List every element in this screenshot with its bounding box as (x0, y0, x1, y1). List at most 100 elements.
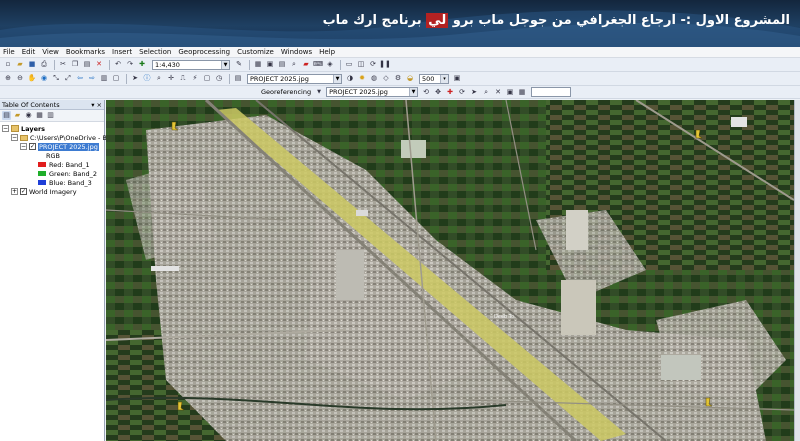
editor-toolbar-icon[interactable]: ✎ (234, 60, 244, 70)
zoom-to-link-icon[interactable]: ⌕ (481, 87, 491, 97)
identify-icon[interactable]: ⓘ (142, 74, 152, 84)
menu-edit[interactable]: Edit (22, 48, 36, 56)
back-extent-icon[interactable]: ⇦ (75, 74, 85, 84)
rotate-icon[interactable]: ⟲ (421, 87, 431, 97)
toc-pin-close-icon[interactable]: ▾ × (91, 101, 102, 109)
folder-group[interactable]: − C:\Users\P\OneDrive - Bi (2, 133, 109, 142)
title-banner: المشروع الاول :- ارجاع الجغرافي من جوجل … (0, 0, 800, 47)
georef-layer-combo[interactable]: PROJECT 2025.jpg ▼ (326, 87, 419, 97)
basemap-visibility-checkbox[interactable]: ✓ (20, 188, 27, 195)
menu-windows[interactable]: Windows (281, 48, 312, 56)
catalog-window-icon[interactable]: ▣ (265, 60, 275, 70)
list-by-selection-icon[interactable]: ▦ (35, 111, 44, 120)
expand-icon[interactable]: + (11, 188, 18, 195)
toc-window-icon[interactable]: ▤ (277, 60, 287, 70)
layer-visibility-checkbox[interactable]: ✓ (29, 143, 36, 150)
list-by-drawing-order-icon[interactable]: ▤ (2, 111, 11, 120)
pan-icon[interactable]: ✋ (27, 74, 37, 84)
pause-drawing-icon[interactable]: ❚❚ (379, 60, 391, 70)
layout-view-icon[interactable]: ▭ (344, 60, 354, 70)
menu-file[interactable]: File (3, 48, 15, 56)
georef-input-field[interactable] (531, 87, 572, 97)
select-features-icon[interactable]: ▥ (99, 74, 109, 84)
collapse-icon[interactable]: − (11, 134, 18, 141)
menu-bookmarks[interactable]: Bookmarks (66, 48, 105, 56)
list-by-source-icon[interactable]: ▰ (13, 111, 22, 120)
georeferencing-menu[interactable]: Georeferencing (261, 88, 311, 96)
open-icon[interactable]: ▰ (15, 60, 25, 70)
table-icon[interactable]: ▦ (253, 60, 263, 70)
select-elements-icon[interactable]: ➤ (130, 74, 140, 84)
image-layer-icon[interactable]: ▤ (233, 74, 243, 84)
arcmap-window: File Edit View Bookmarks Insert Selectio… (0, 47, 800, 441)
viewer-icon[interactable]: ▣ (505, 87, 515, 97)
html-popup-icon[interactable]: ▢ (202, 74, 212, 84)
clear-selection-icon[interactable]: ▢ (111, 74, 121, 84)
map-view[interactable]: Deeb To (106, 100, 794, 441)
flicker-icon[interactable]: ⚙ (393, 74, 403, 84)
arctoolbox-icon[interactable]: ▰ (301, 60, 311, 70)
menu-help[interactable]: Help (319, 48, 335, 56)
chevron-down-icon: ▼ (409, 88, 418, 96)
menu-customize[interactable]: Customize (237, 48, 274, 56)
add-control-points-icon[interactable]: ✚ (445, 87, 455, 97)
basemap-layer-item[interactable]: + ✓ World Imagery (2, 187, 102, 196)
collapse-icon[interactable]: − (20, 143, 27, 150)
time-slider-icon[interactable]: ◷ (214, 74, 224, 84)
refresh-icon[interactable]: ⟳ (368, 60, 378, 70)
find-icon[interactable]: ⌕ (154, 74, 164, 84)
cut-icon[interactable]: ✂ (58, 60, 68, 70)
menu-insert[interactable]: Insert (112, 48, 132, 56)
zoom-out-icon[interactable]: ⊖ (15, 74, 25, 84)
options-icon[interactable]: ▥ (46, 111, 55, 120)
layers-group[interactable]: − Layers (2, 124, 102, 133)
transparency-icon[interactable]: ◍ (369, 74, 379, 84)
list-by-visibility-icon[interactable]: ◉ (24, 111, 33, 120)
python-window-icon[interactable]: ⌨ (313, 60, 323, 70)
auto-registration-icon[interactable]: ⟳ (457, 87, 467, 97)
contrast-icon[interactable]: ◑ (345, 74, 355, 84)
brightness-icon[interactable]: ✹ (357, 74, 367, 84)
raster-layer-name[interactable]: PROJECT 2025.jpg (38, 142, 99, 151)
collapse-icon[interactable]: − (2, 125, 9, 132)
delete-link-icon[interactable]: ✕ (493, 87, 503, 97)
redo-icon[interactable]: ↷ (125, 60, 135, 70)
menu-geoprocessing[interactable]: Geoprocessing (178, 48, 230, 56)
data-view-icon[interactable]: ◫ (356, 60, 366, 70)
scale-combo[interactable]: 1:4,430 ▼ (152, 59, 230, 70)
map-vertical-scrollbar[interactable] (794, 100, 800, 441)
toc-title: Table Of Contents (2, 100, 60, 109)
hyperlink-icon[interactable]: ⚡ (190, 74, 200, 84)
raster-layer-item[interactable]: − ✓ PROJECT 2025.jpg (2, 142, 102, 151)
undo-icon[interactable]: ↶ (113, 60, 123, 70)
menu-view[interactable]: View (42, 48, 59, 56)
model-builder-icon[interactable]: ◈ (325, 60, 335, 70)
add-data-icon[interactable]: ✚ (137, 60, 147, 70)
effects-layer-combo[interactable]: PROJECT 2025.jpg ▼ (247, 73, 342, 84)
contrast-value-field[interactable]: 500 ▾ (419, 73, 449, 84)
save-icon[interactable]: ■ (27, 60, 37, 70)
zoom-in-icon[interactable]: ⊕ (3, 74, 13, 84)
forward-extent-icon[interactable]: ⇨ (87, 74, 97, 84)
select-link-icon[interactable]: ➤ (469, 87, 479, 97)
full-extent-icon[interactable]: ◉ (39, 74, 49, 84)
layer-stack-icon[interactable]: ◒ (405, 74, 415, 84)
shift-icon[interactable]: ✥ (433, 87, 443, 97)
fixed-zoom-in-icon[interactable]: ⤡ (51, 74, 61, 84)
print-icon[interactable]: ⎙ (39, 60, 49, 70)
menu-selection[interactable]: Selection (139, 48, 171, 56)
display-toggle-icon[interactable]: ▣ (452, 74, 462, 84)
fixed-zoom-out-icon[interactable]: ⤢ (63, 74, 73, 84)
go-to-xy-icon[interactable]: ✛ (166, 74, 176, 84)
chevron-down-icon[interactable]: ▼ (314, 87, 324, 97)
copy-icon[interactable]: ❐ (70, 60, 80, 70)
link-table-icon[interactable]: ▦ (517, 87, 527, 97)
layers-icon (11, 125, 19, 132)
search-window-icon[interactable]: ⌕ (289, 60, 299, 70)
delete-icon[interactable]: ✕ (94, 60, 104, 70)
paste-icon[interactable]: ▤ (82, 60, 92, 70)
measure-icon[interactable]: ⎍ (178, 74, 188, 84)
swipe-icon[interactable]: ◇ (381, 74, 391, 84)
new-map-icon[interactable]: ▫ (3, 60, 13, 70)
toc-header: Table Of Contents ▾ × (0, 100, 104, 110)
